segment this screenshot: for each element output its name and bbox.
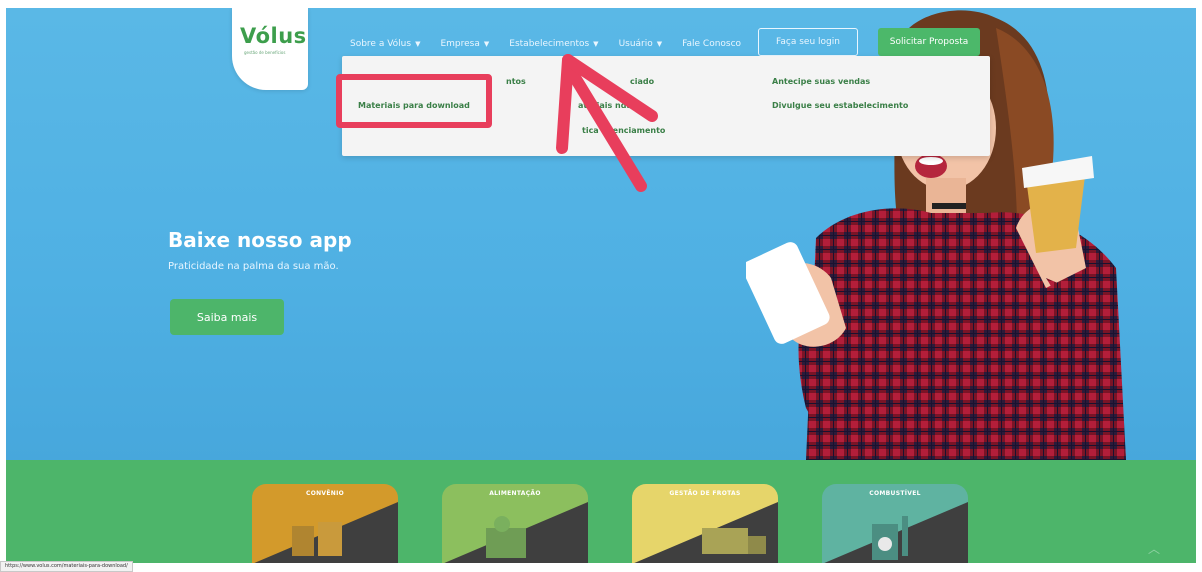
- hero-title: Baixe nosso app: [168, 228, 352, 252]
- nav-empresa-label: Empresa: [440, 39, 480, 49]
- category-label: CONVÊNIO: [305, 490, 345, 497]
- category-card-convenio[interactable]: CONVÊNIO: [252, 484, 398, 563]
- category-label: ALIMENTAÇÃO: [489, 490, 541, 497]
- dropdown-item-divulgue-estabelecimento[interactable]: Divulgue seu estabelecimento: [772, 101, 908, 110]
- nav-sobre[interactable]: Sobre a Vólus ▼: [350, 39, 420, 49]
- category-section: [6, 460, 1196, 563]
- hero-subtitle: Praticidade na palma da sua mão.: [168, 261, 339, 272]
- chevron-down-icon: ▼: [415, 40, 421, 48]
- nav-fale-conosco-label: Fale Conosco: [682, 39, 742, 49]
- nav-empresa[interactable]: Empresa ▼: [440, 39, 489, 49]
- saiba-mais-button[interactable]: Saiba mais: [170, 299, 284, 335]
- request-proposal-button[interactable]: Solicitar Proposta: [878, 28, 980, 56]
- dropdown-item-col1-1[interactable]: ntos: [506, 77, 526, 86]
- hero-banner: Vólus gestão de benefícios Sobre a Vólus…: [6, 8, 1196, 460]
- category-card-gestao-frotas[interactable]: GESTÃO DE FROTAS: [632, 484, 778, 563]
- logo-card[interactable]: Vólus gestão de benefícios: [232, 8, 308, 90]
- login-button[interactable]: Faça seu login: [758, 28, 858, 56]
- nav-sobre-label: Sobre a Vólus: [350, 39, 412, 49]
- annotation-highlight-box: [336, 74, 492, 128]
- category-label: COMBUSTÍVEL: [869, 490, 921, 497]
- nav-fale-conosco[interactable]: Fale Conosco: [682, 39, 741, 49]
- chevron-down-icon: ▼: [483, 40, 490, 48]
- status-bar-url: https://www.volus.com/materiais-para-dow…: [0, 561, 133, 572]
- logo-subtitle: gestão de benefícios: [244, 50, 286, 55]
- category-label: GESTÃO DE FROTAS: [669, 490, 741, 497]
- annotation-arrow-icon: [556, 54, 658, 192]
- browser-viewport: Vólus gestão de benefícios Sobre a Vólus…: [6, 8, 1196, 563]
- category-card-alimentacao[interactable]: ALIMENTAÇÃO: [442, 484, 588, 563]
- scroll-to-top-icon[interactable]: ︿: [1148, 540, 1160, 557]
- category-card-combustivel[interactable]: COMBUSTÍVEL: [822, 484, 968, 563]
- logo: Vólus: [240, 24, 307, 48]
- dropdown-item-antecipe-vendas[interactable]: Antecipe suas vendas: [772, 77, 870, 86]
